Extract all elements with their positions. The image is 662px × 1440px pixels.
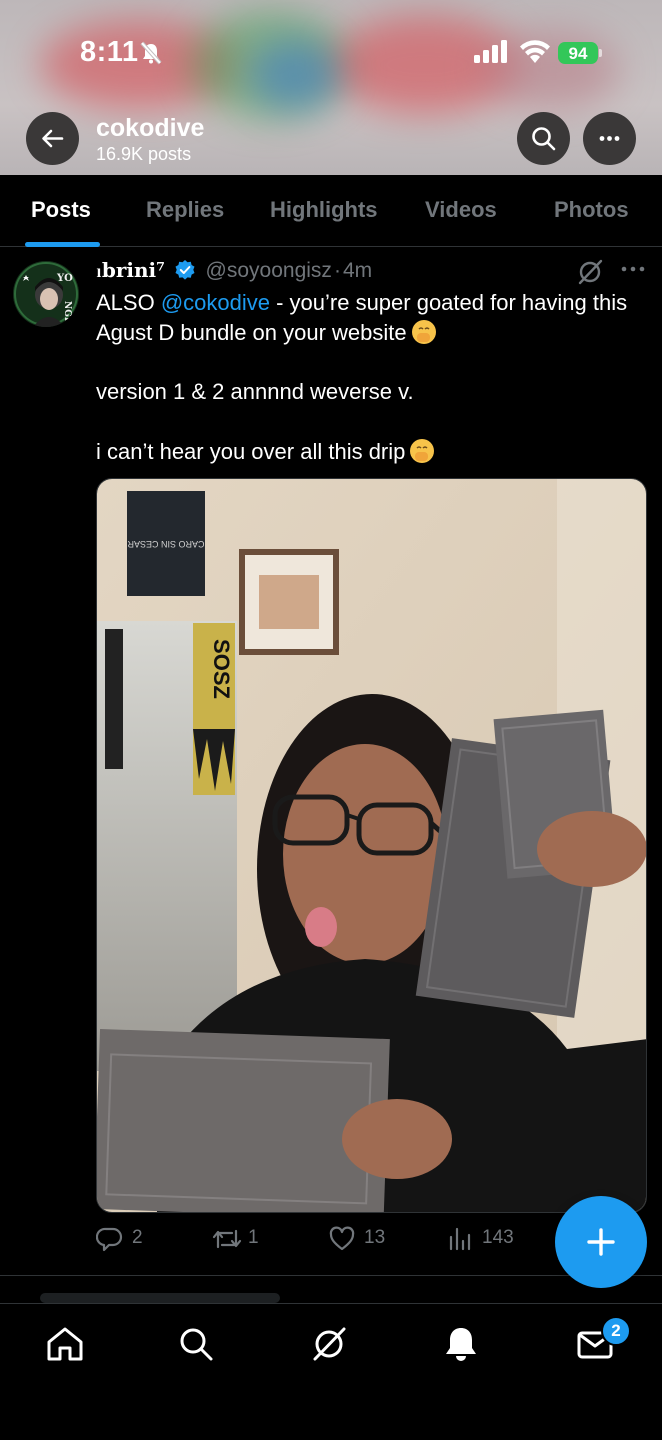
handle[interactable]: @soyoongisz <box>206 259 332 282</box>
grok-nav-icon[interactable] <box>309 1324 349 1364</box>
status-time: 8:11 <box>80 36 139 68</box>
notifications-icon[interactable] <box>441 1324 481 1364</box>
tweet[interactable]: YO NGI ₗbrini⁷ @soyoongisz·4m ALSO @coko… <box>0 248 662 1276</box>
like-icon <box>329 1226 355 1251</box>
wifi-icon <box>520 40 550 63</box>
svg-text:NGI: NGI <box>62 301 72 321</box>
like-count: 13 <box>364 1227 386 1248</box>
mention-link[interactable]: @cokodive <box>161 290 270 315</box>
battery-indicator: 94 <box>558 40 602 66</box>
tab-posts[interactable]: Posts <box>31 197 91 223</box>
face-hand-over-mouth-icon <box>410 438 435 463</box>
status-bar: 8:11 94 <box>0 0 662 100</box>
time-separator: · <box>333 259 341 282</box>
tweet-paragraph-3: i can’t hear you over all this drip <box>96 437 646 467</box>
reply-icon <box>96 1227 123 1252</box>
tab-highlights[interactable]: Highlights <box>270 197 378 223</box>
search-icon <box>532 127 556 151</box>
grok-icon[interactable] <box>576 258 604 286</box>
tweet-text-line3: i can’t hear you over all this drip <box>96 438 406 464</box>
profile-name: cokodive <box>96 114 205 142</box>
avatar[interactable]: YO NGI <box>13 261 79 327</box>
more-icon <box>599 136 620 141</box>
repost-icon <box>212 1229 242 1249</box>
more-options-button[interactable] <box>583 112 636 165</box>
verified-icon <box>175 260 195 280</box>
bottom-navigation <box>0 1303 662 1440</box>
profile-tabs: Posts Replies Highlights Videos Photos <box>0 175 662 247</box>
tweet-paragraph-2: version 1 & 2 annnnd weverse v. <box>96 379 414 404</box>
explore-icon[interactable] <box>176 1324 216 1364</box>
reply-count: 2 <box>132 1227 143 1248</box>
tweet-paragraph-1: ALSO @cokodive - you’re super goated for… <box>96 288 646 347</box>
active-tab-indicator <box>25 242 100 247</box>
post-time: 4m <box>342 259 373 282</box>
next-tweet-peek <box>0 1277 662 1303</box>
views-icon <box>449 1227 471 1251</box>
back-arrow-icon <box>42 129 64 148</box>
bell-muted-icon <box>140 41 162 65</box>
tab-photos[interactable]: Photos <box>554 197 629 223</box>
avatar-lettering: YO <box>56 273 73 284</box>
view-count: 143 <box>482 1227 514 1248</box>
display-name[interactable]: ₗbrini⁷ <box>96 258 165 282</box>
compose-plus-icon <box>587 1228 615 1256</box>
tweet-text: ALSO @cokodive - you’re super goated for… <box>96 288 646 496</box>
avatar-image: YO NGI <box>13 261 79 327</box>
cellular-signal-icon <box>474 40 507 63</box>
photo-content: CARO SIN CESAR SOSZ <box>97 479 646 1212</box>
scarf-text: SOSZ <box>209 639 234 699</box>
battery-level: 94 <box>568 44 588 63</box>
repost-count: 1 <box>248 1227 259 1248</box>
tweet-more-icon[interactable] <box>620 264 646 274</box>
compose-post-button[interactable] <box>555 1196 647 1288</box>
post-count: 16.9K posts <box>96 144 192 164</box>
profile-header: 8:11 94 cokodive 16.9K posts <box>0 0 662 175</box>
home-icon[interactable] <box>45 1324 85 1364</box>
tab-videos[interactable]: Videos <box>425 197 497 223</box>
face-hand-over-mouth-icon <box>411 319 436 344</box>
tweet-text-prefix: ALSO <box>96 290 161 315</box>
wall-sign-text: CARO SIN CESAR <box>127 539 205 549</box>
search-button[interactable] <box>517 112 570 165</box>
tab-replies[interactable]: Replies <box>146 197 224 223</box>
messages-badge: 2 <box>601 1316 631 1346</box>
tweet-photo[interactable]: CARO SIN CESAR SOSZ <box>96 478 647 1213</box>
tweet-header: ₗbrini⁷ @soyoongisz·4m <box>96 258 656 288</box>
back-button[interactable] <box>26 112 79 165</box>
tweet-actions: 2 1 13 143 <box>96 1223 566 1253</box>
